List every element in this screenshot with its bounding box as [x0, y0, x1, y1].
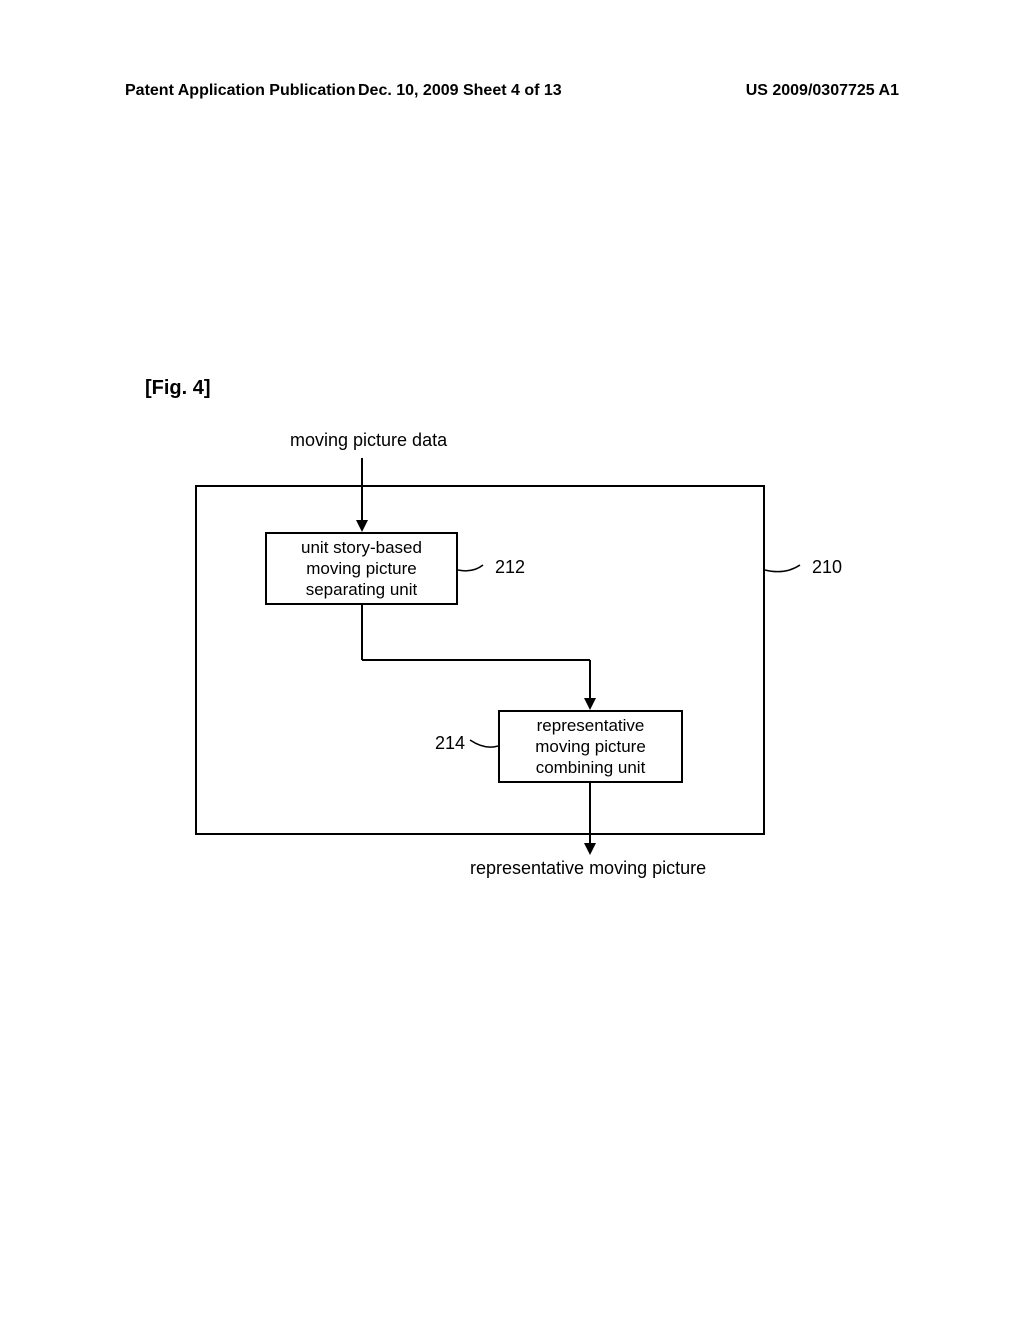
- header-right-text: US 2009/0307725 A1: [746, 82, 899, 100]
- header-center-text: Dec. 10, 2009 Sheet 4 of 13: [358, 82, 562, 100]
- box-212-text: unit story-basedmoving pictureseparating…: [301, 537, 422, 601]
- box-214: representativemoving picturecombining un…: [498, 710, 683, 783]
- figure-label: [Fig. 4]: [145, 377, 211, 400]
- diagram-container: moving picture data unit story-basedmovi…: [145, 430, 785, 930]
- page-header: Patent Application Publication Dec. 10, …: [0, 82, 1024, 100]
- label-210: 210: [812, 557, 842, 578]
- label-212: 212: [495, 557, 525, 578]
- input-label: moving picture data: [290, 430, 447, 451]
- header-left-text: Patent Application Publication: [125, 82, 356, 100]
- label-214: 214: [435, 733, 465, 754]
- box-212: unit story-basedmoving pictureseparating…: [265, 532, 458, 605]
- box-214-text: representativemoving picturecombining un…: [535, 715, 646, 779]
- output-label: representative moving picture: [470, 858, 706, 879]
